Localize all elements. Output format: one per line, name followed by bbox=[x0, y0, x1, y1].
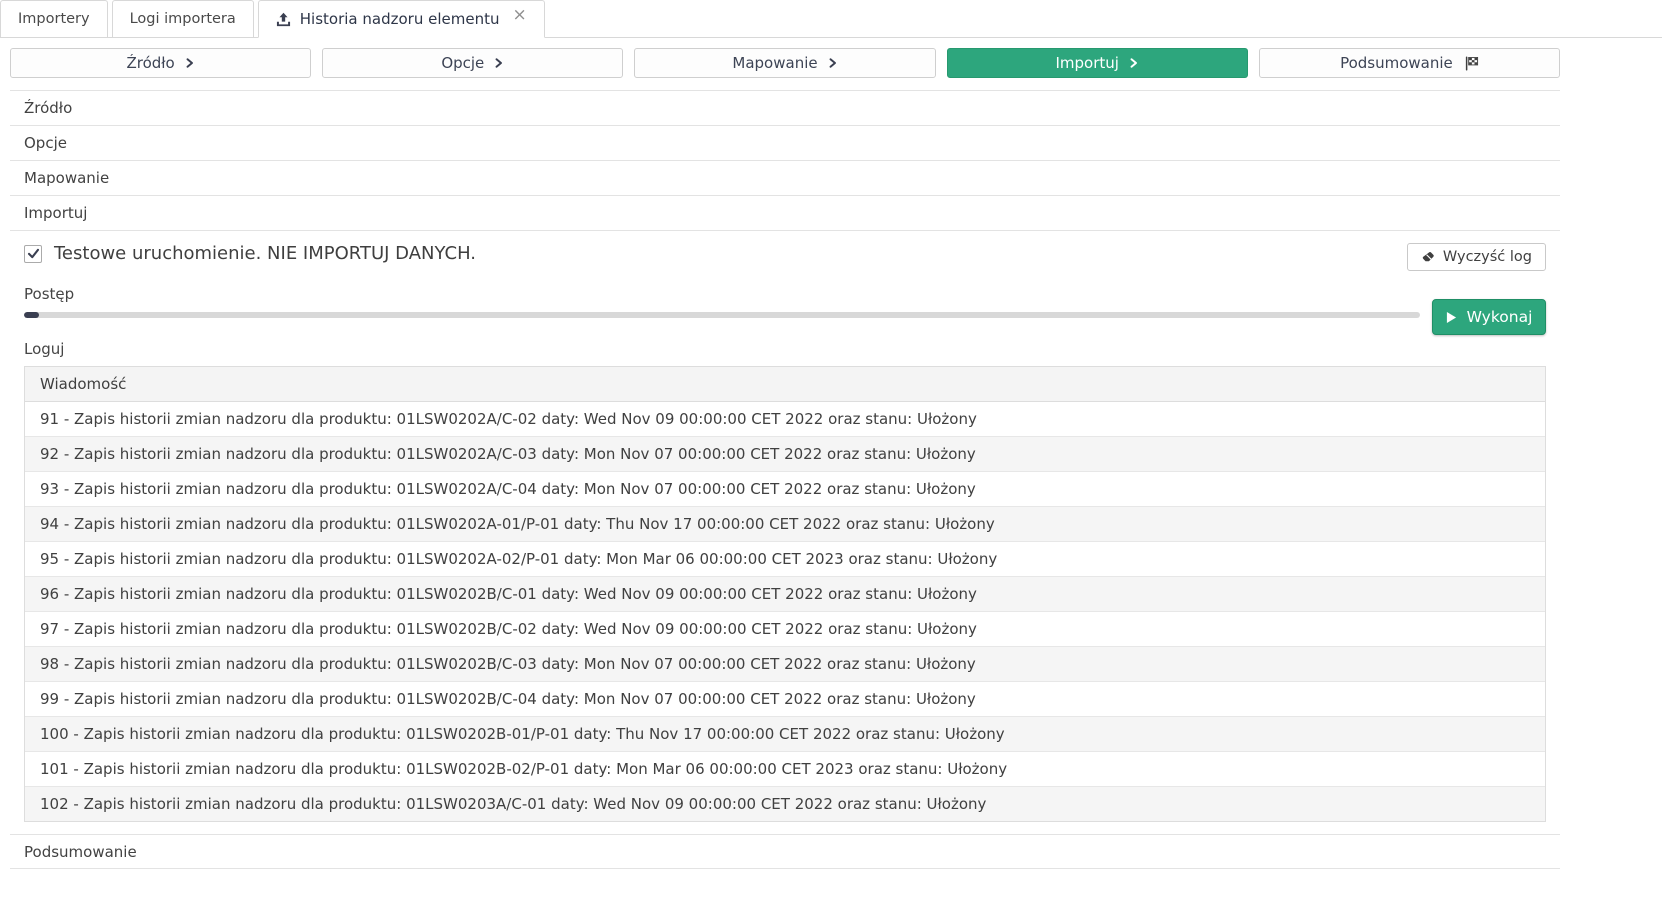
checkbox-checked-icon[interactable] bbox=[24, 245, 42, 263]
log-row: 100 - Zapis historii zmian nadzoru dla p… bbox=[25, 717, 1545, 752]
tab-label: Importery bbox=[18, 11, 90, 27]
progress-section: Postęp bbox=[24, 285, 1420, 318]
chevron-right-icon bbox=[829, 57, 838, 69]
test-run-checkbox[interactable]: Testowe uruchomienie. NIE IMPORTUJ DANYC… bbox=[24, 243, 476, 264]
tab-logi-importera[interactable]: Logi importera bbox=[112, 0, 254, 38]
tab-historia-nadzoru-elementu[interactable]: Historia nadzoru elementu × bbox=[258, 0, 545, 38]
tab-importery[interactable]: Importery bbox=[0, 0, 108, 38]
accordion-label: Importuj bbox=[24, 204, 87, 222]
play-icon bbox=[1446, 311, 1457, 324]
accordion-label: Źródło bbox=[24, 99, 72, 117]
run-button[interactable]: Wykonaj bbox=[1432, 299, 1546, 335]
step-label: Opcje bbox=[441, 54, 484, 72]
log-table: Wiadomość 91 - Zapis historii zmian nadz… bbox=[24, 366, 1546, 822]
log-row: 95 - Zapis historii zmian nadzoru dla pr… bbox=[25, 542, 1545, 577]
wizard-accordion: Źródło Opcje Mapowanie Importuj Testowe … bbox=[10, 90, 1560, 869]
step-label: Mapowanie bbox=[732, 54, 817, 72]
accordion-section-podsumowanie[interactable]: Podsumowanie bbox=[10, 834, 1560, 869]
run-label: Wykonaj bbox=[1467, 308, 1533, 326]
log-label: Loguj bbox=[24, 340, 1546, 358]
chevron-right-icon bbox=[495, 57, 504, 69]
log-row: 94 - Zapis historii zmian nadzoru dla pr… bbox=[25, 507, 1545, 542]
main-content: Źródło Opcje Mapowanie Importuj Podsumow… bbox=[10, 48, 1560, 869]
log-row: 102 - Zapis historii zmian nadzoru dla p… bbox=[25, 787, 1545, 821]
import-panel: Testowe uruchomienie. NIE IMPORTUJ DANYC… bbox=[10, 231, 1560, 834]
wizard-steps: Źródło Opcje Mapowanie Importuj Podsumow… bbox=[10, 48, 1560, 78]
upload-icon bbox=[276, 12, 291, 27]
chevron-right-icon bbox=[186, 57, 195, 69]
step-label: Podsumowanie bbox=[1340, 54, 1453, 72]
step-mapowanie[interactable]: Mapowanie bbox=[634, 48, 935, 78]
log-row: 98 - Zapis historii zmian nadzoru dla pr… bbox=[25, 647, 1545, 682]
log-row: 97 - Zapis historii zmian nadzoru dla pr… bbox=[25, 612, 1545, 647]
eraser-icon bbox=[1421, 250, 1435, 264]
checkered-flag-icon bbox=[1464, 56, 1479, 71]
step-label: Importuj bbox=[1055, 54, 1118, 72]
chevron-right-icon bbox=[1130, 57, 1139, 69]
log-row: 93 - Zapis historii zmian nadzoru dla pr… bbox=[25, 472, 1545, 507]
accordion-label: Podsumowanie bbox=[24, 843, 137, 861]
accordion-section-opcje[interactable]: Opcje bbox=[10, 126, 1560, 161]
progress-label: Postęp bbox=[24, 285, 1420, 303]
accordion-label: Mapowanie bbox=[24, 169, 109, 187]
accordion-label: Opcje bbox=[24, 134, 67, 152]
step-label: Źródło bbox=[126, 54, 174, 72]
step-podsumowanie[interactable]: Podsumowanie bbox=[1259, 48, 1560, 78]
log-table-header: Wiadomość bbox=[25, 367, 1545, 402]
log-row: 92 - Zapis historii zmian nadzoru dla pr… bbox=[25, 437, 1545, 472]
clear-log-label: Wyczyść log bbox=[1443, 249, 1532, 265]
step-opcje[interactable]: Opcje bbox=[322, 48, 623, 78]
test-run-label: Testowe uruchomienie. NIE IMPORTUJ DANYC… bbox=[54, 243, 476, 264]
tab-label: Logi importera bbox=[130, 11, 236, 27]
progress-bar bbox=[24, 312, 1420, 318]
accordion-section-importuj[interactable]: Importuj bbox=[10, 196, 1560, 231]
log-row: 101 - Zapis historii zmian nadzoru dla p… bbox=[25, 752, 1545, 787]
tab-bar: Importery Logi importera Historia nadzor… bbox=[0, 0, 1662, 38]
step-zrodlo[interactable]: Źródło bbox=[10, 48, 311, 78]
log-row: 96 - Zapis historii zmian nadzoru dla pr… bbox=[25, 577, 1545, 612]
tab-label: Historia nadzoru elementu bbox=[300, 10, 500, 28]
log-table-rows: 91 - Zapis historii zmian nadzoru dla pr… bbox=[25, 402, 1545, 821]
accordion-section-mapowanie[interactable]: Mapowanie bbox=[10, 161, 1560, 196]
log-row: 99 - Zapis historii zmian nadzoru dla pr… bbox=[25, 682, 1545, 717]
close-icon[interactable]: × bbox=[512, 7, 526, 24]
accordion-section-zrodlo[interactable]: Źródło bbox=[10, 91, 1560, 126]
progress-fill bbox=[24, 312, 39, 318]
clear-log-button[interactable]: Wyczyść log bbox=[1407, 243, 1546, 271]
step-importuj[interactable]: Importuj bbox=[947, 48, 1248, 78]
log-row: 91 - Zapis historii zmian nadzoru dla pr… bbox=[25, 402, 1545, 437]
